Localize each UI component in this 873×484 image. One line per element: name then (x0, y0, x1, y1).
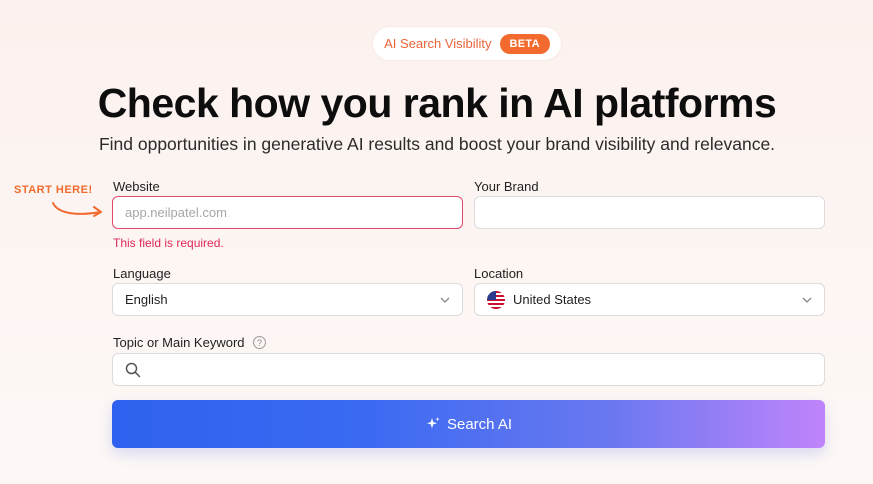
feature-badge: AI Search Visibility BETA (373, 27, 561, 60)
website-label: Website (113, 179, 160, 194)
beta-pill: BETA (499, 33, 550, 54)
chevron-down-icon (802, 297, 812, 303)
website-error-message: This field is required. (113, 236, 224, 250)
page-title: Check how you rank in AI platforms (97, 80, 777, 126)
location-value: United States (513, 292, 592, 307)
search-ai-button[interactable]: Search AI (112, 400, 825, 448)
keyword-label: Topic or Main Keyword (113, 335, 245, 350)
page-subtitle: Find opportunities in generative AI resu… (98, 134, 776, 154)
chevron-down-icon (440, 297, 450, 303)
search-ai-label: Search AI (446, 415, 513, 433)
curved-arrow-icon (52, 202, 102, 217)
location-select[interactable]: United States (474, 283, 825, 316)
us-flag-icon (487, 290, 505, 309)
start-here-callout: START HERE! (14, 184, 93, 196)
help-icon[interactable]: ? (253, 336, 266, 349)
search-icon (125, 362, 141, 377)
brand-input[interactable] (474, 196, 825, 229)
language-select[interactable]: English (112, 283, 463, 316)
location-label: Location (474, 266, 524, 281)
sparkle-icon (426, 417, 440, 429)
feature-badge-label: AI Search Visibility (384, 36, 492, 51)
language-value: English (125, 292, 168, 307)
website-input[interactable]: app.neilpatel.com (112, 196, 463, 229)
website-placeholder: app.neilpatel.com (125, 205, 227, 220)
language-label: Language (113, 266, 171, 281)
keyword-input[interactable] (112, 353, 825, 386)
brand-label: Your Brand (474, 179, 539, 194)
